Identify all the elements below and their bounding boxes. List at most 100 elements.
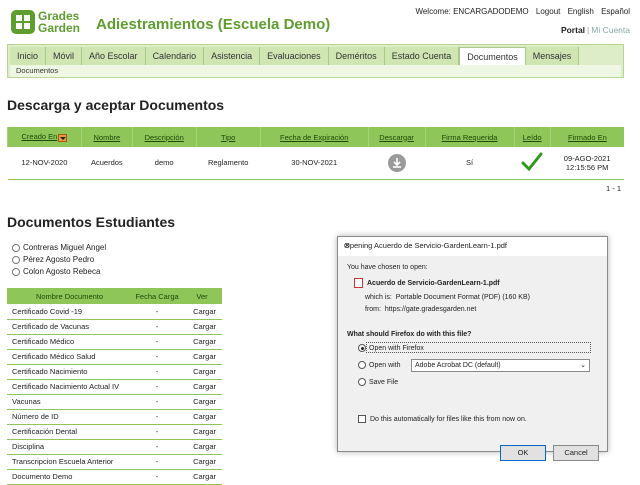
table-row: Certificado Médico - Cargar: [7, 334, 222, 350]
tab-asistencia[interactable]: Asistencia: [204, 47, 261, 65]
radio-icon[interactable]: [358, 344, 366, 352]
ok-button[interactable]: OK: [500, 445, 546, 461]
student-option[interactable]: Contreras Miguel Angel: [12, 242, 106, 254]
chosen-label: You have chosen to open:: [347, 264, 428, 271]
tab-demeritos[interactable]: Deméritos: [328, 47, 385, 65]
tab-movil[interactable]: Móvil: [46, 47, 83, 65]
col-upload-date: Fecha Carga: [132, 288, 182, 304]
file-open-dialog: Opening Acuerdo de Servicio-GardenLearn-…: [337, 236, 608, 461]
upload-link[interactable]: Cargar: [182, 469, 222, 485]
signed-date: 09-AGO-2021: [563, 153, 611, 163]
checkbox-icon[interactable]: [358, 415, 366, 423]
tab-estado-cuenta[interactable]: Estado Cuenta: [384, 47, 460, 65]
documents-table: Creado En Nombre Descripción Tipo Fecha …: [7, 127, 624, 180]
col-created[interactable]: Creado En: [7, 127, 82, 147]
tab-calendario[interactable]: Calendario: [145, 47, 205, 65]
upload-link[interactable]: Cargar: [182, 319, 222, 335]
cell-description: demo: [132, 147, 197, 180]
radio-icon[interactable]: [12, 244, 20, 252]
file-type: which is: Portable Document Format (PDF)…: [365, 294, 530, 301]
cell-expires: 30-NOV-2021: [260, 147, 369, 180]
col-name[interactable]: Nombre: [80, 127, 133, 147]
upload-link[interactable]: Cargar: [182, 304, 222, 320]
student-option[interactable]: Pérez Agosto Pedro: [12, 254, 106, 266]
col-read[interactable]: Leído: [513, 127, 551, 147]
col-signed[interactable]: Firmado En: [549, 127, 624, 147]
col-signature[interactable]: Firma Requerida: [424, 127, 515, 147]
student-list: Contreras Miguel Angel Pérez Agosto Pedr…: [12, 242, 106, 278]
school-title: Adiestramientos (Escuela Demo): [96, 16, 331, 33]
col-doc-name: Nombre Documento: [7, 288, 132, 304]
download-icon[interactable]: [387, 153, 406, 172]
cell-name: Acuerdos: [81, 147, 133, 180]
open-with-option[interactable]: Open with: [358, 361, 401, 369]
upload-link[interactable]: Cargar: [182, 454, 222, 470]
table-row: Transcripcion Escuela Anterior - Cargar: [7, 454, 222, 470]
upload-link[interactable]: Cargar: [182, 364, 222, 380]
col-view: Ver: [182, 288, 222, 304]
table-row: Certificado Covid -19- Cargar: [7, 304, 222, 320]
portal-links: Portal | Mi Cuenta: [560, 25, 630, 35]
pdf-icon: [354, 278, 363, 288]
student-documents-table: Nombre Documento Fecha Carga Ver Certifi…: [7, 288, 222, 485]
radio-icon[interactable]: [12, 268, 20, 276]
chevron-down-icon: ⌄: [580, 362, 586, 369]
upload-link[interactable]: Cargar: [182, 349, 222, 365]
action-question: What should Firefox do with this file?: [347, 331, 472, 338]
cancel-button[interactable]: Cancel: [553, 445, 599, 461]
section-title-students: Documentos Estudiantes: [7, 214, 176, 230]
top-bar: Grades Garden Adiestramientos (Escuela D…: [0, 0, 640, 44]
table-row: Documento Demo - Cargar: [7, 469, 222, 485]
save-file-option[interactable]: Save File: [358, 378, 398, 386]
sort-icon[interactable]: [58, 133, 68, 142]
table-row: Disciplina - Cargar: [7, 439, 222, 455]
sub-nav: Documentos: [10, 65, 621, 77]
file-source: from: https://gate.gradesgarden.net: [365, 306, 477, 313]
upload-link[interactable]: Cargar: [182, 439, 222, 455]
cell-created: 12-NOV-2020: [7, 147, 82, 180]
logo-line2: Garden: [38, 21, 81, 35]
col-type[interactable]: Tipo: [195, 127, 261, 147]
portal-link[interactable]: Portal: [561, 25, 585, 35]
table-row: 12-NOV-2020 Acuerdos demo Reglamento 30-…: [7, 147, 624, 180]
check-icon: [521, 152, 543, 171]
tab-evaluaciones[interactable]: Evaluaciones: [260, 47, 329, 65]
upload-link[interactable]: Cargar: [182, 424, 222, 440]
logo-icon: [11, 10, 35, 34]
tab-inicio[interactable]: Inicio: [10, 47, 47, 65]
english-link[interactable]: English: [568, 7, 594, 16]
upload-link[interactable]: Cargar: [182, 394, 222, 410]
tab-documentos[interactable]: Documentos: [459, 47, 526, 65]
col-expiration[interactable]: Fecha de Expiración: [259, 127, 369, 147]
welcome-text: Welcome: ENCARGADODEMO: [415, 7, 529, 16]
upload-link[interactable]: Cargar: [182, 334, 222, 350]
cell-required: Sí: [425, 147, 515, 180]
table-row: Vacunas - Cargar: [7, 394, 222, 410]
close-icon[interactable]: ✕: [344, 241, 600, 250]
auto-checkbox[interactable]: Do this automatically for files like thi…: [358, 415, 527, 423]
radio-icon[interactable]: [358, 378, 366, 386]
espanol-link[interactable]: Español: [601, 7, 630, 16]
tab-bar: Inicio Móvil Año Escolar Calendario Asis…: [10, 47, 621, 65]
open-with-firefox-option[interactable]: Open with Firefox: [358, 344, 424, 352]
pager: 1 - 1: [605, 184, 621, 193]
logo[interactable]: Grades Garden: [10, 9, 90, 35]
app-select[interactable]: Adobe Acrobat DC (default) ⌄: [411, 359, 590, 372]
upload-link[interactable]: Cargar: [182, 379, 222, 395]
tab-mensajes[interactable]: Mensajes: [525, 47, 580, 65]
signed-time: 12:15:56 PM: [565, 162, 609, 172]
table-row: Certificación Dental - Cargar: [7, 424, 222, 440]
cell-type: Reglamento: [196, 147, 261, 180]
tab-ano-escolar[interactable]: Año Escolar: [82, 47, 146, 65]
dialog-titlebar[interactable]: Opening Acuerdo de Servicio-GardenLearn-…: [338, 237, 607, 256]
student-option[interactable]: Colon Agosto Rebeca: [12, 266, 106, 278]
cell-read: [514, 147, 551, 180]
col-description[interactable]: Descripción: [131, 127, 197, 147]
logout-link[interactable]: Logout: [536, 7, 560, 16]
col-download[interactable]: Descargar: [367, 127, 426, 147]
my-account-link[interactable]: Mi Cuenta: [591, 25, 630, 35]
subnav-documentos[interactable]: Documentos: [16, 66, 58, 75]
upload-link[interactable]: Cargar: [182, 409, 222, 425]
radio-icon[interactable]: [358, 361, 366, 369]
radio-icon[interactable]: [12, 256, 20, 264]
